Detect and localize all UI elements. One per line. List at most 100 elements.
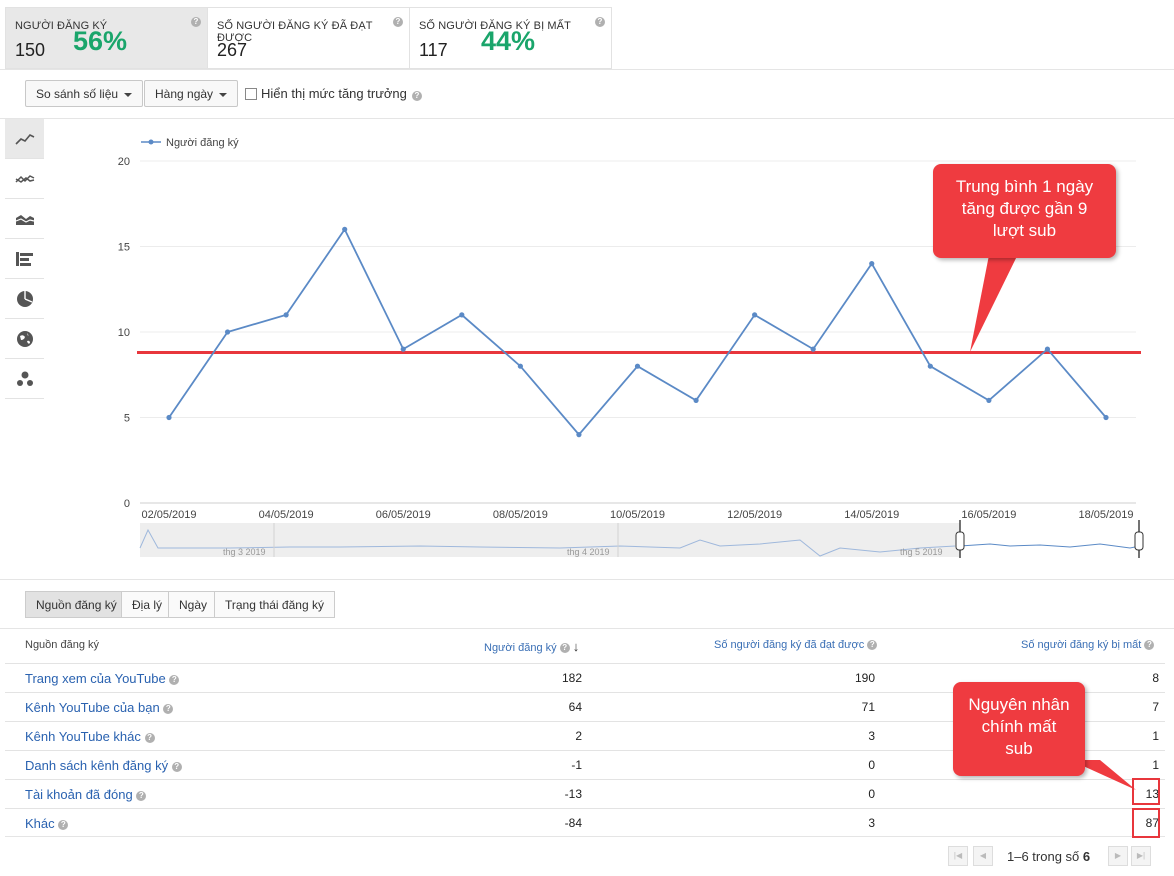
pagination-total: 6 (1082, 849, 1091, 864)
column-header-gained[interactable]: Số người đăng ký đã đạt được ? (714, 639, 878, 651)
data-point[interactable] (459, 312, 465, 318)
x-tick-label: 02/05/2019 (141, 509, 196, 521)
y-tick-label: 15 (118, 242, 130, 254)
navigator-month-label: thg 4 2019 (567, 547, 610, 557)
x-tick-label: 08/05/2019 (493, 509, 548, 521)
sort-desc-icon[interactable]: ↓ (573, 639, 580, 654)
gained-cell: 0 (868, 758, 875, 772)
source-link[interactable]: Danh sách kênh đăng ký ? (25, 758, 182, 773)
table-row: Khác ? -84 3 87 (5, 808, 1165, 838)
lost-cell: 1 (1152, 758, 1159, 772)
y-tick-label: 5 (124, 413, 130, 425)
callout-pointer (970, 250, 1020, 352)
gained-cell: 0 (868, 787, 875, 801)
gained-cell: 190 (854, 671, 875, 685)
data-point[interactable] (752, 312, 758, 318)
date-range-navigator[interactable]: thg 3 2019 thg 4 2019 thg 5 2019 (139, 520, 1144, 558)
navigator-month-label: thg 5 2019 (900, 547, 943, 557)
subscribers-cell: -1 (571, 758, 582, 772)
x-tick-label: 16/05/2019 (961, 509, 1016, 521)
tab-geography[interactable]: Địa lý (121, 591, 174, 618)
gained-cell: 71 (861, 700, 875, 714)
column-header-lost[interactable]: Số người đăng ký bị mất ? (1021, 639, 1155, 651)
main-cause-callout: Nguyên nhân chính mất sub (953, 682, 1085, 776)
source-link[interactable]: Khác ? (25, 816, 69, 831)
gained-cell: 3 (868, 729, 875, 743)
x-tick-label: 04/05/2019 (259, 509, 314, 521)
column-header-label: Người đăng ký (484, 642, 557, 654)
data-point[interactable] (634, 363, 641, 369)
help-icon[interactable]: ? (559, 643, 570, 654)
x-tick-label: 06/05/2019 (376, 509, 431, 521)
data-point[interactable] (810, 346, 816, 352)
x-tick-label: 18/05/2019 (1078, 509, 1133, 521)
subscribers-cell: -13 (564, 787, 582, 801)
x-tick-label: 10/05/2019 (610, 509, 665, 521)
navigator-right-handle[interactable] (1134, 531, 1144, 551)
lost-cell: 1 (1152, 729, 1159, 743)
tab-subscription-status[interactable]: Trạng thái đăng ký (214, 591, 335, 618)
lost-cell: 8 (1152, 671, 1159, 685)
navigator-left-handle[interactable] (955, 531, 965, 551)
source-link[interactable]: Tài khoản đã đóng ? (25, 787, 147, 802)
data-point[interactable] (400, 346, 406, 352)
help-icon[interactable]: ? (867, 640, 878, 651)
highlight-box (1132, 808, 1160, 838)
data-point[interactable] (693, 397, 699, 403)
prev-page-button[interactable]: ◀ (973, 846, 993, 866)
data-point[interactable] (986, 397, 992, 403)
help-icon[interactable]: ? (144, 732, 155, 743)
help-icon[interactable]: ? (169, 674, 180, 685)
y-tick-label: 0 (124, 498, 130, 510)
source-link[interactable]: Kênh YouTube của bạn ? (25, 700, 174, 715)
y-tick-label: 10 (118, 327, 130, 339)
legend-marker (148, 139, 154, 145)
source-name: Kênh YouTube khác (25, 729, 141, 744)
y-tick-label: 20 (118, 156, 130, 168)
subscribers-cell: -84 (564, 816, 582, 830)
last-page-button[interactable]: ▶| (1131, 846, 1151, 866)
first-page-button[interactable]: |◀ (948, 846, 968, 866)
average-callout: Trung bình 1 ngày tăng được gần 9 lượt s… (933, 164, 1116, 258)
data-point[interactable] (576, 432, 582, 438)
gained-cell: 3 (868, 816, 875, 830)
source-name: Trang xem của YouTube (25, 671, 166, 686)
tab-subscription-source[interactable]: Nguồn đăng ký (25, 591, 128, 618)
navigator-month-label: thg 3 2019 (223, 547, 266, 557)
next-page-button[interactable]: ▶ (1108, 846, 1128, 866)
source-name: Tài khoản đã đóng (25, 787, 133, 802)
column-header-label: Số người đăng ký đã đạt được (714, 639, 865, 651)
data-point[interactable] (283, 312, 289, 318)
help-icon[interactable]: ? (1144, 640, 1155, 651)
x-tick-label: 12/05/2019 (727, 509, 782, 521)
table-row: Tài khoản đã đóng ? -13 0 13 (5, 779, 1165, 809)
x-tick-label: 14/05/2019 (844, 509, 899, 521)
source-link[interactable]: Trang xem của YouTube ? (25, 671, 180, 686)
data-point[interactable] (869, 261, 875, 267)
tab-date[interactable]: Ngày (168, 591, 219, 618)
data-point[interactable] (927, 363, 933, 369)
source-name: Danh sách kênh đăng ký (25, 758, 169, 773)
help-icon[interactable]: ? (58, 819, 69, 830)
data-point[interactable] (1103, 414, 1109, 421)
source-name: Khác (25, 816, 55, 831)
legend-label: Người đăng ký (166, 137, 239, 149)
navigator-selection[interactable] (960, 523, 1140, 557)
data-point[interactable] (517, 363, 523, 369)
lost-cell: 7 (1152, 700, 1159, 714)
data-point[interactable] (166, 414, 172, 421)
subscribers-cell: 2 (575, 729, 582, 743)
source-name: Kênh YouTube của bạn (25, 700, 160, 715)
subscribers-cell: 182 (561, 671, 582, 685)
pagination-range-text: 1–6 trong số (1007, 849, 1080, 864)
subscribers-cell: 64 (568, 700, 582, 714)
column-header-subscribers[interactable]: Người đăng ký ? ↓ (484, 639, 579, 654)
column-header-source: Nguồn đăng ký (25, 639, 99, 651)
help-icon[interactable]: ? (136, 790, 147, 801)
data-point[interactable] (1044, 346, 1051, 352)
source-link[interactable]: Kênh YouTube khác ? (25, 729, 155, 744)
help-icon[interactable]: ? (171, 761, 182, 772)
data-point[interactable] (224, 329, 231, 335)
data-point[interactable] (342, 226, 348, 232)
help-icon[interactable]: ? (163, 703, 174, 714)
